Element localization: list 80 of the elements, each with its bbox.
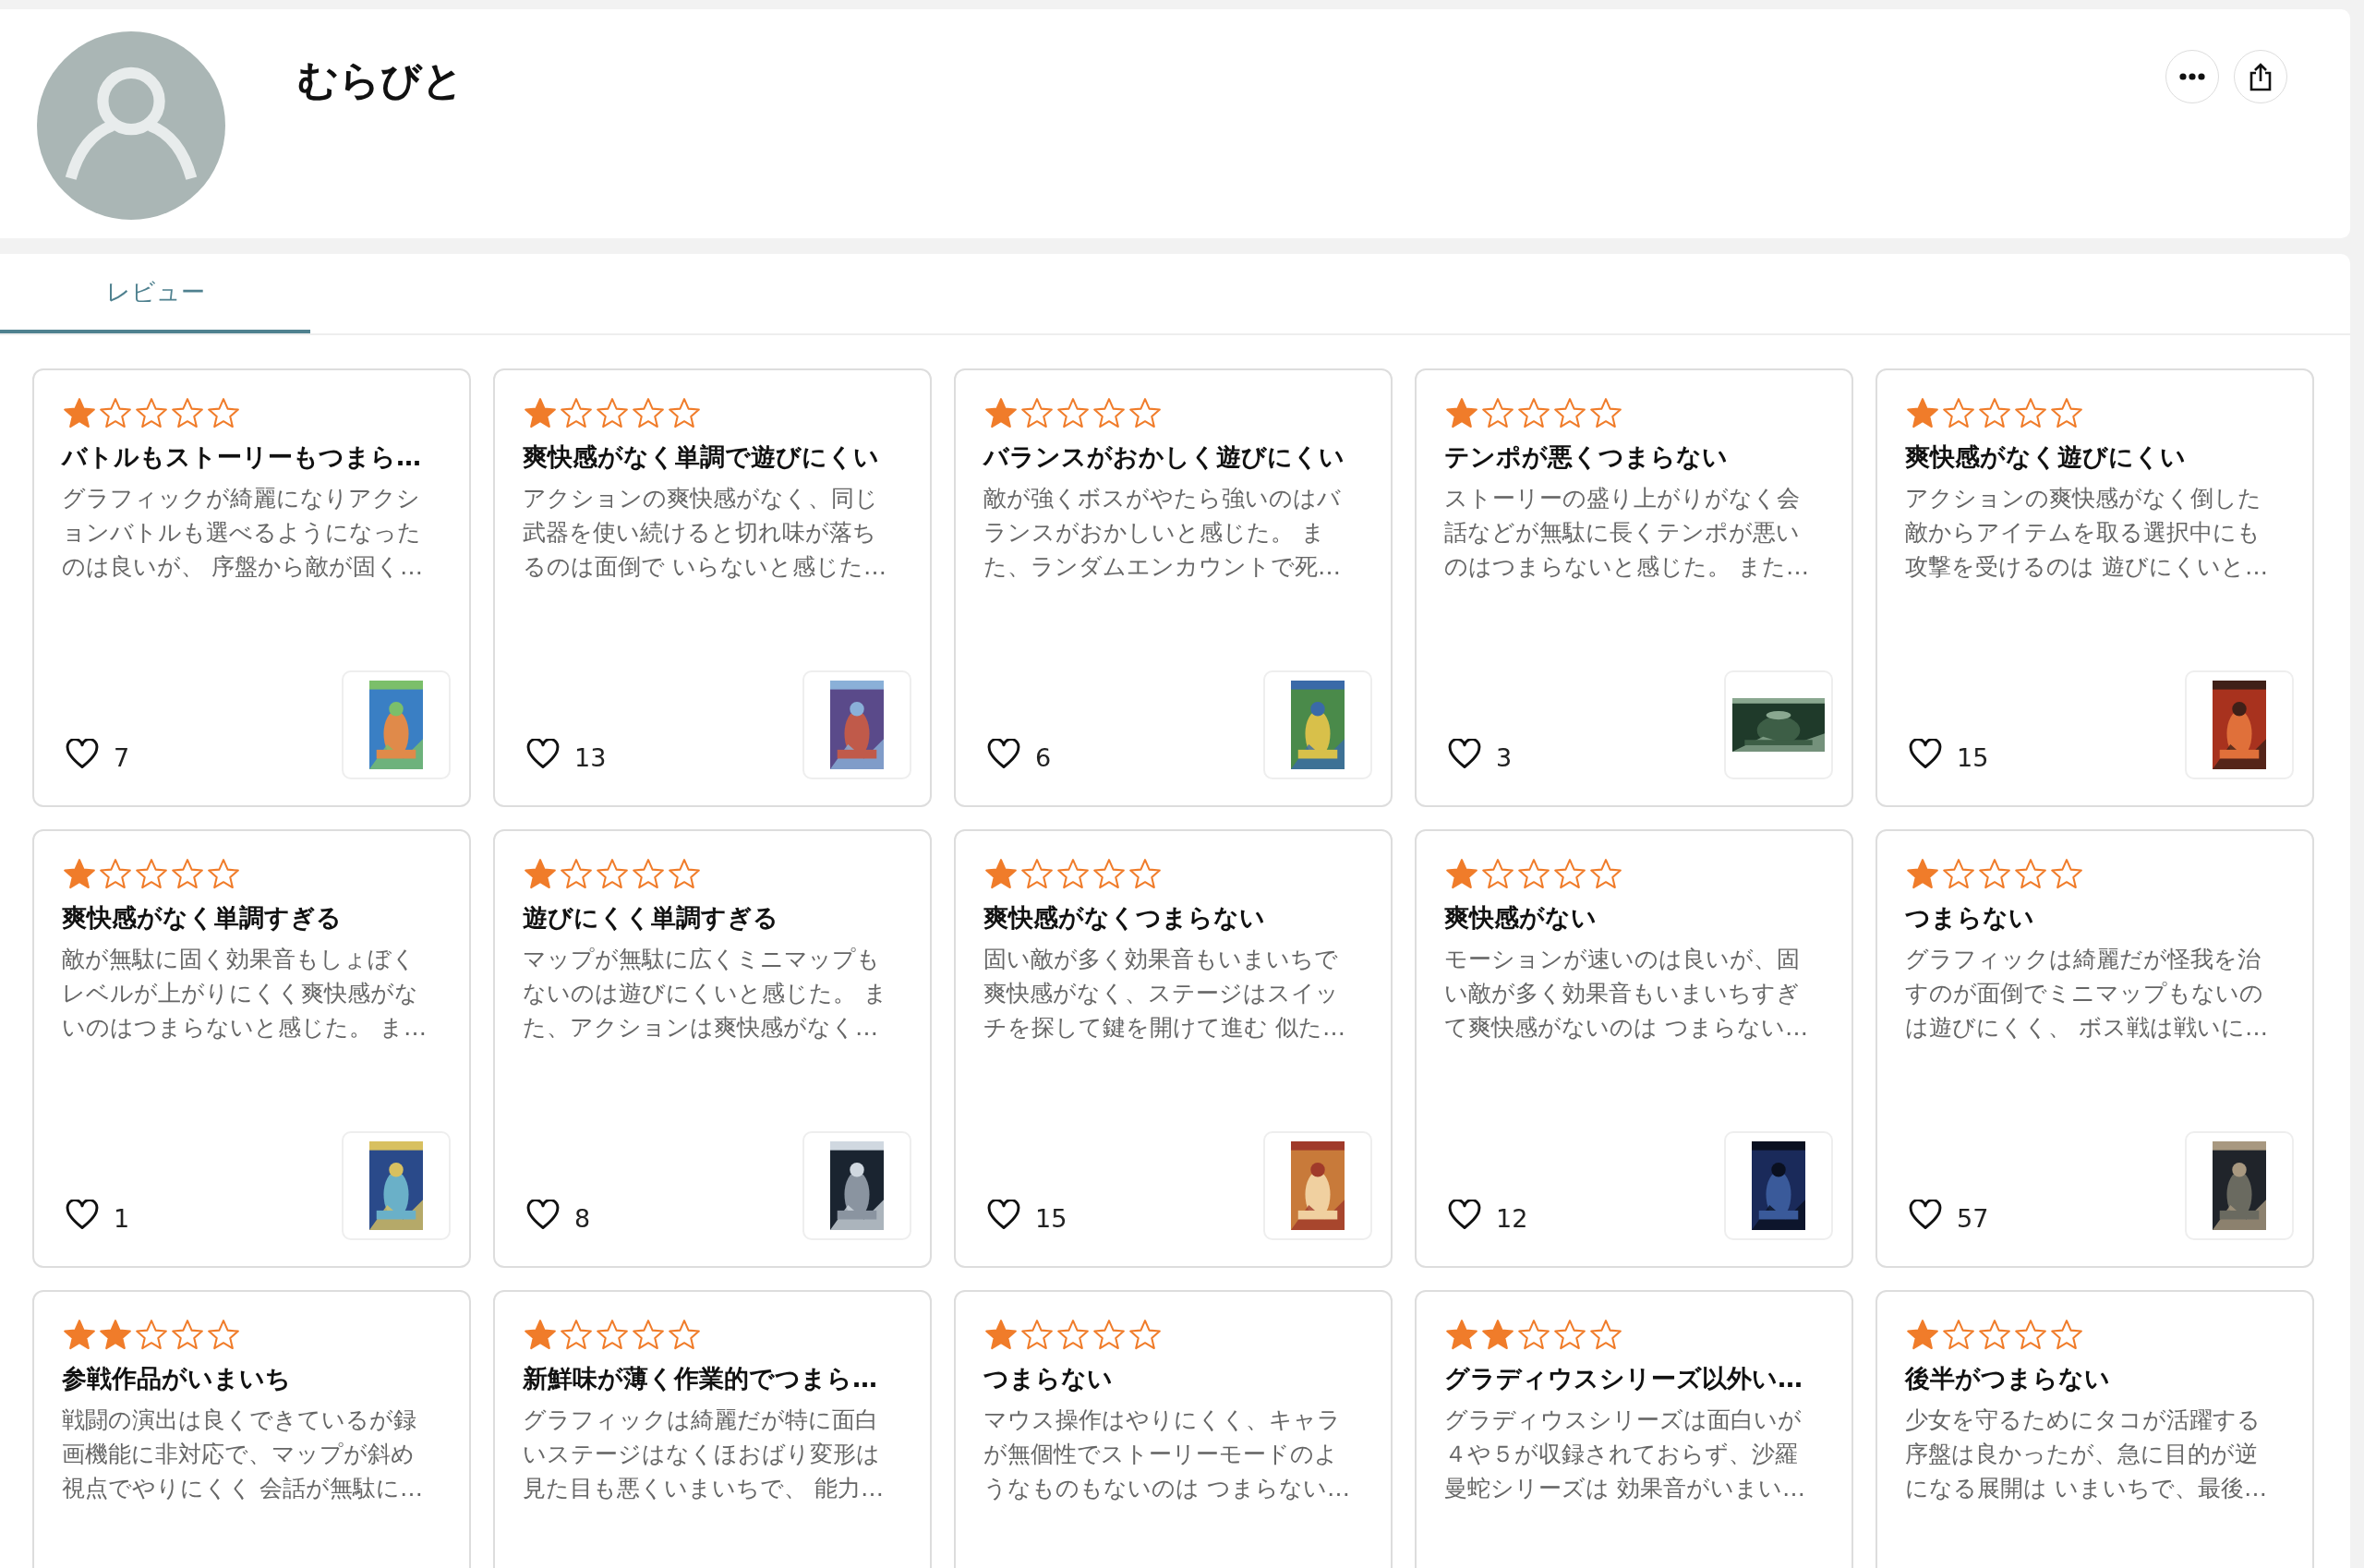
- review-text: アクションの爽快感がなく倒した 敵からアイテムを取る選択中にも 攻撃を受けるのは 遊びにくいと…: [1905, 484, 2269, 582]
- game-thumbnail[interactable]: [802, 1131, 911, 1240]
- review-card[interactable]: 参戦作品がいまいち 戦闘の演出は良くできているが録 画機能に非対応で、マップが斜め 視点でやりにくく 会話が無駄に…: [32, 1290, 471, 1568]
- game-thumbnail[interactable]: [2185, 670, 2294, 779]
- game-thumbnail[interactable]: [1263, 670, 1372, 779]
- review-text: 戦闘の演出は良くできているが録 画機能に非対応で、マップが斜め 視点でやりにくく 会話が無駄に…: [62, 1405, 424, 1503]
- user-name: むらびと: [297, 55, 464, 105]
- review-card[interactable]: 新鮮味が薄く作業的でつまら… グラフィックは綺麗だが特に面白 いステージはなくほおばり変形は 見た目も悪くいまいちで、 能力…: [493, 1290, 932, 1568]
- review-title: バトルもストーリーもつまら…: [62, 441, 422, 473]
- review-title: 爽快感がなく遊びにくい: [1905, 441, 2187, 473]
- review-title: テンポが悪くつまらない: [1444, 441, 1729, 473]
- review-title: 参戦作品がいまいち: [62, 1363, 292, 1394]
- heart-icon[interactable]: [1448, 1200, 1481, 1231]
- review-title: 爽快感がない: [1444, 902, 1598, 934]
- review-card[interactable]: 爽快感がなく単調すぎる 敵が無駄に固く効果音もしょぼく レベルが上がりにくく爽快感がな いのはつまらないと感じた。 ま… 1: [32, 829, 471, 1268]
- review-title: つまらない: [1905, 902, 2035, 934]
- heart-icon[interactable]: [987, 1200, 1020, 1231]
- game-thumbnail[interactable]: [1724, 670, 1833, 779]
- review-title: 爽快感がなくつまらない: [983, 902, 1266, 934]
- game-thumbnail[interactable]: [1724, 1131, 1833, 1240]
- heart-icon[interactable]: [987, 739, 1020, 770]
- heart-icon[interactable]: [526, 739, 560, 770]
- review-title: バランスがおかしく遊びにくい: [983, 441, 1345, 473]
- game-thumbnail[interactable]: [342, 670, 451, 779]
- review-text: マウス操作はやりにくく、キャラ が無個性でストーリーモードのよ うなものもないのは つまらない…: [983, 1405, 1351, 1503]
- review-card[interactable]: 爽快感がない モーションが速いのは良いが、固 い敵が多く効果音もいまいちすぎ て爽快感がないのは つまらない… 12: [1415, 829, 1853, 1268]
- heart-icon[interactable]: [66, 1200, 99, 1231]
- review-text: グラフィックは綺麗だが怪我を治 すのが面倒でミニマップもないの は遊びにくく、 ボス戦は戦いに…: [1905, 945, 2269, 1043]
- like-count: 15: [1957, 743, 1989, 772]
- review-title: 新鮮味が薄く作業的でつまら…: [523, 1363, 878, 1394]
- like-count: 7: [114, 743, 130, 772]
- review-title: つまらない: [983, 1363, 1114, 1394]
- review-text: 敵が無駄に固く効果音もしょぼく レベルが上がりにくく爽快感がな いのはつまらないと感じた。 ま…: [62, 945, 428, 1043]
- like-count: 8: [574, 1204, 591, 1233]
- review-card[interactable]: つまらない グラフィックは綺麗だが怪我を治 すのが面倒でミニマップもないの は遊びにくく、 ボス戦は戦いに… 57: [1876, 829, 2314, 1268]
- review-text: ストーリーの盛り上がりがなく会 話などが無駄に長くテンポが悪い のはつまらないと感じた。 また…: [1444, 484, 1810, 582]
- review-text: マップが無駄に広くミニマップも ないのは遊びにくいと感じた。 ま た、アクションは爽快感がなく…: [523, 945, 888, 1043]
- heart-icon[interactable]: [66, 739, 99, 770]
- avatar-icon: [37, 31, 225, 220]
- like-count: 13: [574, 743, 607, 772]
- like-count: 6: [1035, 743, 1052, 772]
- heart-icon[interactable]: [1448, 739, 1481, 770]
- review-title: 爽快感がなく単調で遊びにくい: [523, 441, 880, 473]
- more-icon: [2179, 73, 2205, 80]
- like-count: 15: [1035, 1204, 1067, 1233]
- review-card[interactable]: 遊びにくく単調すぎる マップが無駄に広くミニマップも ないのは遊びにくいと感じた。 ま た、アクションは爽快感がなく… 8: [493, 829, 932, 1268]
- like-count: 57: [1957, 1204, 1989, 1233]
- heart-icon[interactable]: [526, 1200, 560, 1231]
- review-card[interactable]: 爽快感がなく単調で遊びにくい アクションの爽快感がなく、同じ 武器を使い続けると切れ味が落ち るのは面倒で いらないと感じた… 13: [493, 368, 932, 807]
- game-thumbnail[interactable]: [1263, 1131, 1372, 1240]
- review-card[interactable]: 爽快感がなくつまらない 固い敵が多く効果音もいまいちで 爽快感がなく、ステージはスイッ チを探して鍵を開けて進む 似た… 15: [954, 829, 1393, 1268]
- game-thumbnail[interactable]: [802, 670, 911, 779]
- like-count: 12: [1496, 1204, 1528, 1233]
- heart-icon[interactable]: [1909, 739, 1942, 770]
- review-text: 敵が強くボスがやたら強いのはバ ランスがおかしいと感じた。 ま た、ランダムエンカウントで死…: [983, 484, 1342, 582]
- review-card[interactable]: 爽快感がなく遊びにくい アクションの爽快感がなく倒した 敵からアイテムを取る選択中にも 攻撃を受けるのは 遊びにくいと… 15: [1876, 368, 2314, 807]
- review-text: グラフィックが綺麗になりアクシ ョンバトルも選べるようになった のは良いが、 序盤から敵が固く…: [62, 484, 424, 582]
- review-title: グラディウスシリーズ以外い…: [1444, 1363, 1803, 1394]
- review-text: 少女を守るためにタコが活躍する 序盤は良かったが、急に目的が逆 になる展開は いまいちで、最後…: [1905, 1405, 2268, 1503]
- game-thumbnail[interactable]: [342, 1131, 451, 1240]
- review-card[interactable]: つまらない マウス操作はやりにくく、キャラ が無個性でストーリーモードのよ うなものもないのは つまらない…: [954, 1290, 1393, 1568]
- reviews-tab[interactable]: レビュー: [0, 254, 310, 333]
- review-card[interactable]: 後半がつまらない 少女を守るためにタコが活躍する 序盤は良かったが、急に目的が逆 になる展開は いまいちで、最後…: [1876, 1290, 2314, 1568]
- review-text: 固い敵が多く効果音もいまいちで 爽快感がなく、ステージはスイッ チを探して鍵を開けて進む 似た…: [983, 945, 1346, 1043]
- review-text: グラフィックは綺麗だが特に面白 いステージはなくほおばり変形は 見た目も悪くいまいちで、 能力…: [523, 1405, 885, 1503]
- review-card[interactable]: バトルもストーリーもつまら… グラフィックが綺麗になりアクシ ョンバトルも選べるようになった のは良いが、 序盤から敵が固く… 7: [32, 368, 471, 807]
- review-text: モーションが速いのは良いが、固 い敵が多く効果音もいまいちすぎ て爽快感がないのは つまらない…: [1444, 945, 1809, 1043]
- review-card[interactable]: テンポが悪くつまらない ストーリーの盛り上がりがなく会 話などが無駄に長くテンポが悪い のはつまらないと感じた。 また… 3: [1415, 368, 1853, 807]
- like-count: 1: [114, 1204, 130, 1233]
- review-text: グラディウスシリーズは面白いが ４や５が収録されておらず、沙羅 曼蛇シリーズは 効果音がいまい…: [1444, 1405, 1806, 1503]
- game-thumbnail[interactable]: [2185, 1131, 2294, 1240]
- like-count: 3: [1496, 743, 1513, 772]
- review-text: アクションの爽快感がなく、同じ 武器を使い続けると切れ味が落ち るのは面倒で いらないと感じた…: [523, 484, 887, 582]
- review-title: 爽快感がなく単調すぎる: [62, 902, 343, 934]
- review-title: 遊びにくく単調すぎる: [523, 902, 779, 934]
- share-icon: [2248, 62, 2274, 91]
- review-title: 後半がつまらない: [1905, 1363, 2111, 1394]
- heart-icon[interactable]: [1909, 1200, 1942, 1231]
- review-card[interactable]: バランスがおかしく遊びにくい 敵が強くボスがやたら強いのはバ ランスがおかしいと感じた。 ま た、ランダムエンカウントで死… 6: [954, 368, 1393, 807]
- review-card[interactable]: グラディウスシリーズ以外い… グラディウスシリーズは面白いが ４や５が収録されておらず、沙羅 曼蛇シリーズは 効果音がいまい…: [1415, 1290, 1853, 1568]
